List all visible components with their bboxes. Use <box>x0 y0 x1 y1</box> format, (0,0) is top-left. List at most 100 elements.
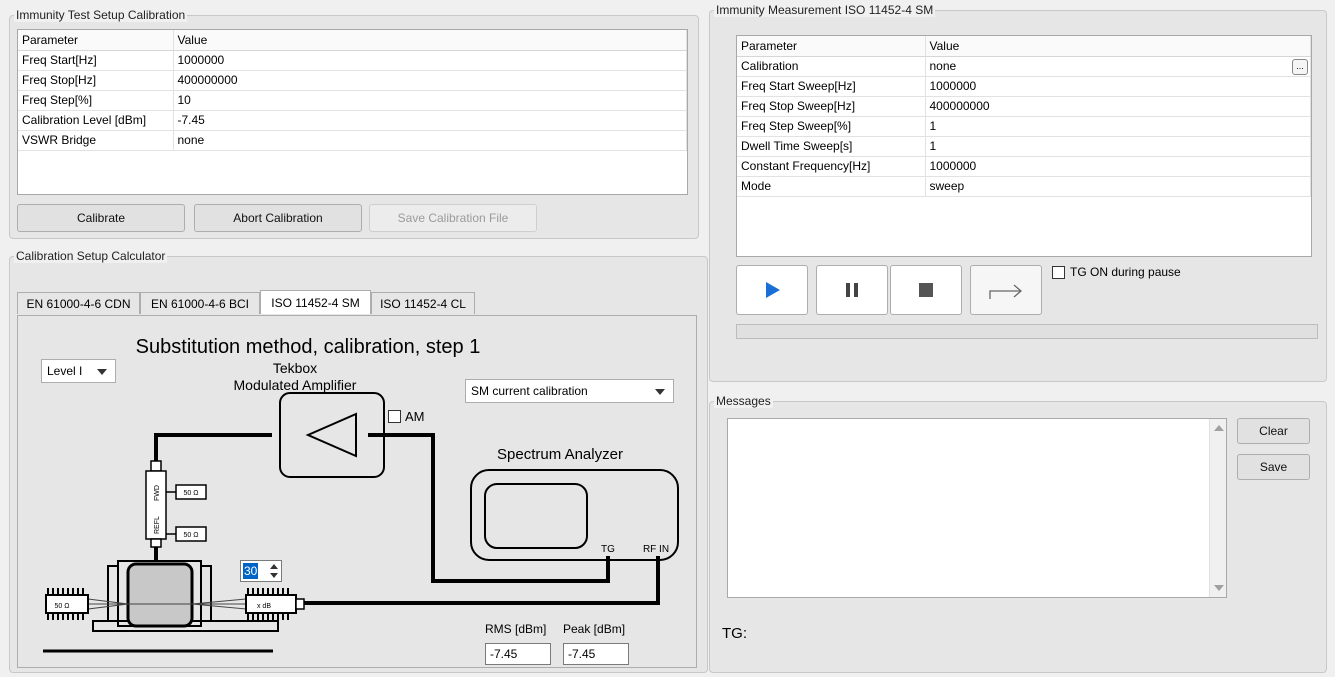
pause-button[interactable] <box>816 265 888 315</box>
tab-en61000-bci[interactable]: EN 61000-4-6 BCI <box>140 292 260 314</box>
table-row[interactable]: Freq Step Sweep[%] 1 <box>737 116 1311 137</box>
peak-value: -7.45 <box>568 647 596 661</box>
scroll-down-icon[interactable] <box>1214 585 1224 591</box>
cell-value[interactable]: 1000000 <box>925 156 1311 177</box>
left-ohm-label: 50 Ω <box>55 603 70 610</box>
peak-label: Peak [dBm] <box>563 622 626 636</box>
table-row[interactable]: Freq Start[Hz] 1000000 <box>18 50 687 71</box>
cell-value[interactable]: none <box>173 130 687 151</box>
cell-parameter[interactable]: Calibration Level [dBm] <box>18 110 174 131</box>
table-row[interactable]: Constant Frequency[Hz] 1000000 <box>737 156 1311 177</box>
analyzer-rfin-port: RF IN <box>643 544 669 555</box>
table-row[interactable]: VSWR Bridge none <box>18 130 687 151</box>
fwd-ohm-label: 50 Ω <box>184 490 199 497</box>
tg-status-label: TG: <box>722 625 747 642</box>
save-button[interactable]: Save <box>1237 454 1310 480</box>
cell-parameter[interactable]: Calibration <box>737 56 926 77</box>
cell-parameter[interactable]: VSWR Bridge <box>18 130 174 151</box>
cell-parameter[interactable]: Constant Frequency[Hz] <box>737 156 926 177</box>
stop-button[interactable] <box>890 265 962 315</box>
table-row[interactable]: Dwell Time Sweep[s] 1 <box>737 136 1311 157</box>
cell-value[interactable]: 400000000 <box>925 96 1311 117</box>
test-setup-group: Immunity Test Setup Calibration Paramete… <box>9 8 699 239</box>
pause-icon <box>846 283 858 297</box>
column-header-parameter[interactable]: Parameter <box>18 30 174 51</box>
coupler-fwd-label: FWD <box>154 485 161 501</box>
cell-value[interactable]: 1000000 <box>173 50 687 71</box>
clear-button[interactable]: Clear <box>1237 418 1310 444</box>
spin-down-icon[interactable] <box>270 573 278 578</box>
progress-bar <box>736 324 1318 339</box>
tab-en61000-cdn[interactable]: EN 61000-4-6 CDN <box>17 292 140 314</box>
cell-value[interactable]: 1000000 <box>925 76 1311 97</box>
messages-textarea[interactable] <box>727 418 1227 598</box>
cell-parameter[interactable]: Mode <box>737 176 926 197</box>
attenuator-label: x dB <box>257 603 271 610</box>
cell-value[interactable]: sweep <box>925 176 1311 197</box>
test-setup-table: Parameter Value Freq Start[Hz] 1000000 Fr… <box>17 29 688 195</box>
stop-icon <box>919 283 933 297</box>
scroll-up-icon[interactable] <box>1214 425 1224 431</box>
browse-calibration-button[interactable]: ... <box>1292 58 1308 75</box>
column-header-value[interactable]: Value <box>925 36 1311 57</box>
save-calibration-file-button[interactable]: Save Calibration File <box>369 204 537 232</box>
table-row[interactable]: Mode sweep <box>737 176 1311 197</box>
messages-group: Messages Clear Save TG: <box>709 394 1327 673</box>
cell-value[interactable]: -7.45 <box>173 110 687 131</box>
cell-parameter[interactable]: Freq Step Sweep[%] <box>737 116 926 137</box>
messages-scrollbar[interactable] <box>1209 419 1226 597</box>
column-header-parameter[interactable]: Parameter <box>737 36 926 57</box>
rms-label: RMS [dBm] <box>485 622 547 636</box>
fixture-right-post <box>200 565 212 622</box>
cell-value[interactable]: 1 <box>925 116 1311 137</box>
test-setup-title: Immunity Test Setup Calibration <box>14 8 188 22</box>
refl-ohm-label: 50 Ω <box>184 532 199 539</box>
coupler-top-connector <box>150 460 162 472</box>
cell-value[interactable]: 400000000 <box>173 70 687 91</box>
play-button[interactable] <box>736 265 808 315</box>
cell-value[interactable]: 1 <box>925 136 1311 157</box>
messages-title: Messages <box>714 394 773 408</box>
calculator-title: Calibration Setup Calculator <box>14 249 168 263</box>
attenuation-value[interactable]: 30 <box>243 563 259 579</box>
cell-parameter[interactable]: Freq Stop[Hz] <box>18 70 174 91</box>
table-row[interactable]: Calibration Level [dBm] -7.45 <box>18 110 687 131</box>
calibration-value: none <box>929 59 957 73</box>
setup-diagram: Spectrum Analyzer TG RF IN FWD REFL 50 Ω… <box>43 392 679 653</box>
tab-bar: EN 61000-4-6 CDN EN 61000-4-6 BCI ISO 11… <box>17 290 697 316</box>
attenuation-spinbox[interactable]: 30 <box>240 560 282 582</box>
measurement-table: Parameter Value Calibration none ... Fre… <box>736 35 1312 257</box>
table-row[interactable]: Freq Stop Sweep[Hz] 400000000 <box>737 96 1311 117</box>
spin-up-icon[interactable] <box>270 564 278 569</box>
skip-button[interactable] <box>970 265 1042 315</box>
tab-iso11452-cl[interactable]: ISO 11452-4 CL <box>371 292 475 314</box>
cell-value[interactable]: none ... <box>925 56 1311 77</box>
measurement-title: Immunity Measurement ISO 11452-4 SM <box>714 3 936 17</box>
cell-parameter[interactable]: Dwell Time Sweep[s] <box>737 136 926 157</box>
tg-pause-checkbox[interactable] <box>1052 265 1065 279</box>
cell-parameter[interactable]: Freq Step[%] <box>18 90 174 111</box>
tg-pause-checkbox-wrapper[interactable]: TG ON during pause <box>1052 265 1181 279</box>
spectrum-analyzer-title: Spectrum Analyzer <box>497 446 623 463</box>
measurement-group: Immunity Measurement ISO 11452-4 SM Para… <box>709 3 1327 382</box>
table-row[interactable]: Freq Stop[Hz] 400000000 <box>18 70 687 91</box>
cell-value[interactable]: 10 <box>173 90 687 111</box>
tab-page-iso11452-sm: Substitution method, calibration, step 1… <box>17 315 697 668</box>
table-row[interactable]: Calibration none ... <box>737 56 1311 77</box>
abort-calibration-button[interactable]: Abort Calibration <box>194 204 362 232</box>
table-row[interactable]: Freq Step[%] 10 <box>18 90 687 111</box>
play-icon <box>766 282 780 298</box>
cell-parameter[interactable]: Freq Stop Sweep[Hz] <box>737 96 926 117</box>
fixture-left-post <box>107 565 119 622</box>
cell-parameter[interactable]: Freq Start[Hz] <box>18 50 174 71</box>
cell-parameter[interactable]: Freq Start Sweep[Hz] <box>737 76 926 97</box>
coupler-bottom-connector <box>150 538 162 548</box>
rms-value-field[interactable]: -7.45 <box>485 643 551 665</box>
calibrate-button[interactable]: Calibrate <box>17 204 185 232</box>
peak-value-field[interactable]: -7.45 <box>563 643 629 665</box>
column-header-value[interactable]: Value <box>173 30 687 51</box>
coupler-refl-label: REFL <box>154 516 161 534</box>
wire-amp-to-coupler <box>154 433 272 461</box>
table-row[interactable]: Freq Start Sweep[Hz] 1000000 <box>737 76 1311 97</box>
tab-iso11452-sm[interactable]: ISO 11452-4 SM <box>260 290 371 314</box>
